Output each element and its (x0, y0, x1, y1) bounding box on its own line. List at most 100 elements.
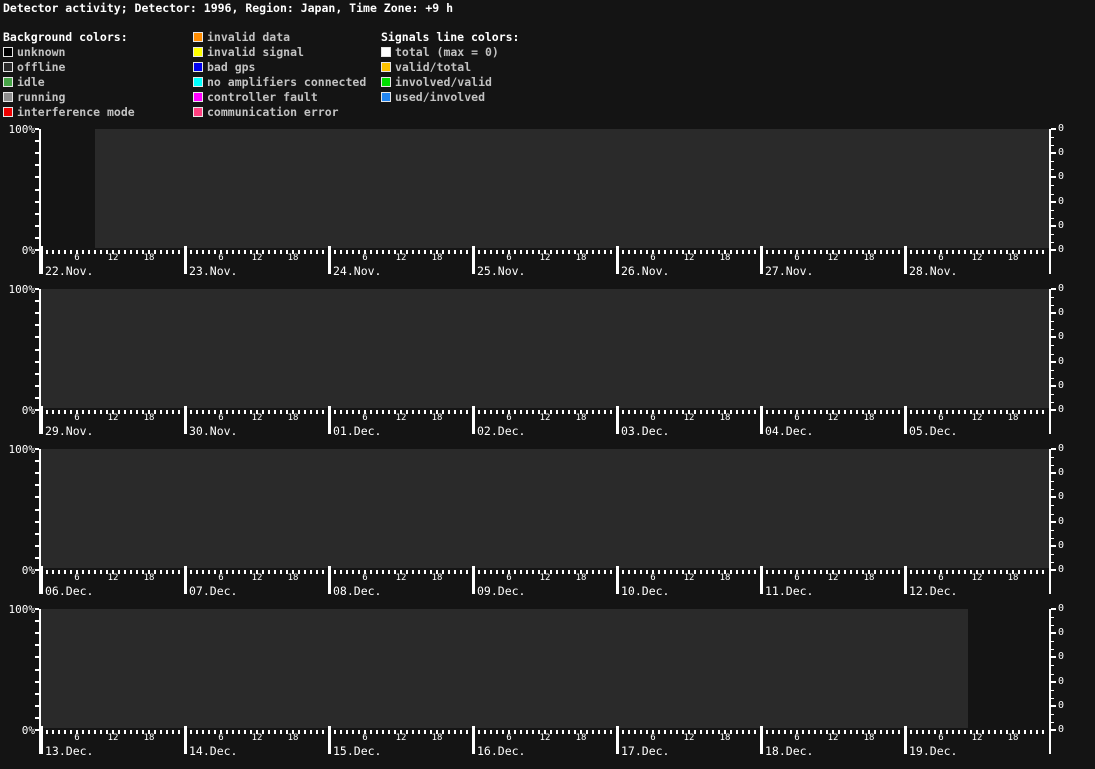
hour-tick (484, 250, 486, 254)
y-axis-top-label: 100% (0, 603, 35, 616)
hour-label: 12 (533, 733, 557, 743)
date-label: 06.Dec. (45, 584, 93, 598)
hour-label: 12 (245, 573, 269, 583)
hour-tick (922, 410, 924, 414)
hour-tick (742, 730, 744, 734)
hour-tick (670, 730, 672, 734)
y-axis-left-tick (35, 300, 39, 302)
hour-label: 18 (857, 573, 881, 583)
hour-tick (172, 250, 174, 254)
y-axis-right-tick-minor (1051, 649, 1054, 650)
y-axis-right-tick-major (1051, 608, 1056, 610)
hour-tick (634, 730, 636, 734)
hour-tick (46, 570, 48, 574)
day-boundary-tick (904, 566, 907, 594)
hour-tick (850, 570, 852, 574)
y-axis-left-tick (35, 484, 39, 486)
y-axis-right-tick-major (1051, 496, 1056, 498)
y-axis-top-label: 100% (0, 443, 35, 456)
hour-tick (310, 730, 312, 734)
y-axis-right-tick-minor (1051, 489, 1054, 490)
day-boundary-tick (904, 726, 907, 754)
hour-label: 18 (281, 573, 305, 583)
legend-background-colors: Background colors: unknownofflineidlerun… (3, 29, 135, 119)
hour-tick (334, 570, 336, 574)
legend-item-label: total (max = 0) (395, 45, 499, 59)
y-axis-left-tick (35, 288, 39, 290)
hour-tick (346, 410, 348, 414)
hour-tick (910, 250, 912, 254)
hour-tick (478, 730, 480, 734)
hour-tick (490, 730, 492, 734)
legend-item-label: valid/total (395, 60, 471, 74)
hour-tick (526, 250, 528, 254)
hour-tick (1030, 730, 1032, 734)
y-axis-top-label: 100% (0, 123, 35, 136)
hour-label: 6 (497, 413, 521, 423)
hour-tick (814, 570, 816, 574)
hour-tick (994, 730, 996, 734)
hour-tick (628, 730, 630, 734)
hour-tick (634, 570, 636, 574)
hour-label: 18 (569, 573, 593, 583)
hour-tick (322, 410, 324, 414)
legend-item-unknown: unknown (3, 44, 135, 59)
hour-tick (910, 730, 912, 734)
hour-tick (958, 730, 960, 734)
hour-tick (466, 250, 468, 254)
hour-tick (562, 410, 564, 414)
legend-signal-colors: Signals line colors: total (max = 0)vali… (381, 29, 519, 104)
hour-tick (418, 410, 420, 414)
hour-tick (382, 410, 384, 414)
hour-label: 6 (641, 253, 665, 263)
y-axis-right-tick-major (1051, 569, 1056, 571)
hour-tick (922, 250, 924, 254)
hour-tick (310, 570, 312, 574)
hour-tick (754, 250, 756, 254)
y-axis-left-tick (35, 557, 39, 559)
hour-tick (634, 250, 636, 254)
y-axis-right-tick-major (1051, 632, 1056, 634)
hour-tick (778, 410, 780, 414)
hour-tick (922, 730, 924, 734)
y-axis-right-tick-major (1051, 176, 1056, 178)
y-axis-left-tick (35, 620, 39, 622)
hour-tick (382, 570, 384, 574)
day-boundary-tick (184, 246, 187, 274)
hour-tick (196, 410, 198, 414)
y-axis-left-tick (35, 656, 39, 658)
chart-row-week-2: 100%0%00000029.Nov.6121830.Nov.6121801.D… (0, 289, 1095, 449)
hour-tick (610, 250, 612, 254)
right-axis-zero-label: 0 (1058, 700, 1070, 711)
legend-item-running: running (3, 89, 135, 104)
interference-mode-swatch-icon (3, 107, 13, 117)
hour-tick (766, 730, 768, 734)
date-label: 13.Dec. (45, 744, 93, 758)
legend-item-valid-total: valid/total (381, 59, 519, 74)
date-label: 03.Dec. (621, 424, 669, 438)
idle-swatch-icon (3, 77, 13, 87)
hour-label: 18 (857, 413, 881, 423)
legend-item-label: invalid signal (207, 45, 304, 59)
hour-tick (778, 570, 780, 574)
right-axis-zero-label: 0 (1058, 540, 1070, 551)
hour-tick (634, 410, 636, 414)
right-axis-zero-label: 0 (1058, 356, 1070, 367)
day-boundary-tick (40, 246, 43, 274)
hour-label: 12 (389, 413, 413, 423)
hour-tick (238, 410, 240, 414)
offline-swatch-icon (3, 62, 13, 72)
hour-tick (748, 570, 750, 574)
y-axis-right-tick-minor (1051, 145, 1054, 146)
hour-tick (190, 250, 192, 254)
y-axis-left-tick (35, 361, 39, 363)
hour-tick (340, 250, 342, 254)
hour-tick (172, 410, 174, 414)
hour-tick (748, 730, 750, 734)
legend-item-communication-error: communication error (193, 104, 366, 119)
hour-tick (178, 410, 180, 414)
hour-label: 6 (641, 413, 665, 423)
y-axis-left-tick (35, 312, 39, 314)
y-axis-left-tick (35, 608, 39, 610)
y-axis-right-tick-minor (1051, 625, 1054, 626)
